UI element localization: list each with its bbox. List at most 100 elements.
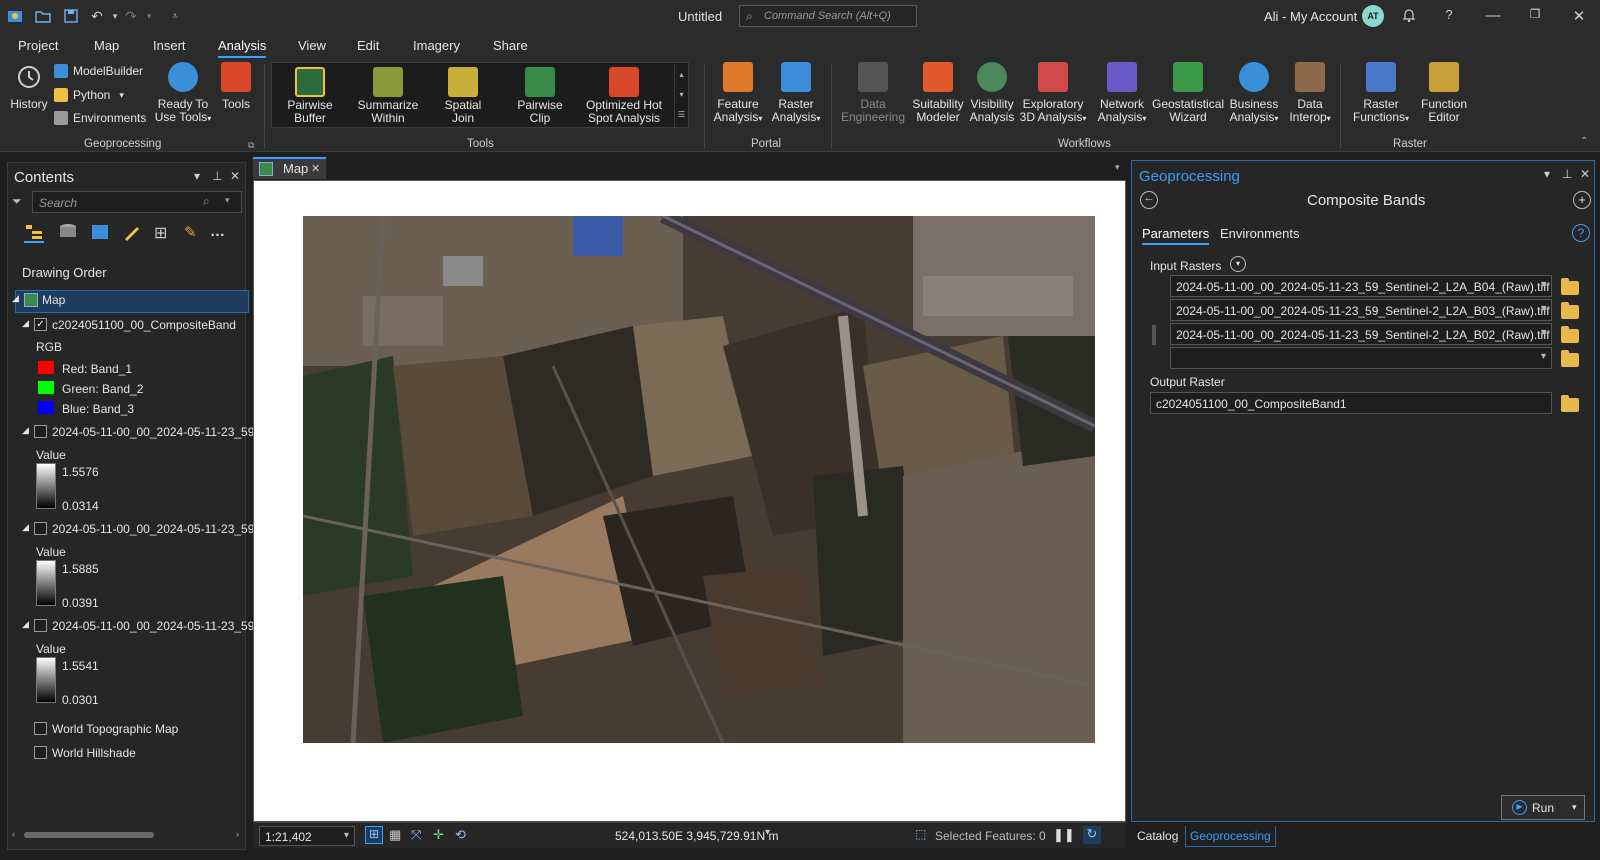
tab-list-icon[interactable]: ▾ bbox=[1115, 162, 1120, 173]
geostatistical-wizard-button[interactable]: Geostatistical Wizard bbox=[1152, 62, 1224, 124]
basemap-topo-checkbox[interactable] bbox=[34, 722, 47, 735]
notifications-bell-icon[interactable] bbox=[1400, 7, 1418, 27]
navigate-icon[interactable]: ⤧ bbox=[411, 827, 421, 843]
band-layer-checkbox[interactable] bbox=[34, 425, 47, 438]
grid-icon[interactable]: ▦ bbox=[389, 827, 401, 843]
save-icon[interactable] bbox=[62, 7, 80, 25]
redo-icon[interactable]: ↷ bbox=[122, 7, 140, 25]
list-by-snapping-icon[interactable]: ⊞ bbox=[154, 223, 167, 243]
open-project-icon[interactable] bbox=[34, 7, 52, 25]
tab-view[interactable]: View bbox=[298, 38, 326, 53]
raster-functions-button[interactable]: Raster Functions▾ bbox=[1348, 62, 1414, 125]
undo-icon[interactable]: ↶ bbox=[88, 7, 106, 25]
input-raster-empty-field[interactable]: ▾ bbox=[1170, 347, 1552, 369]
history-button[interactable]: History bbox=[8, 62, 50, 111]
minimize-icon[interactable]: — bbox=[1484, 7, 1502, 24]
environments-button[interactable]: Environments bbox=[54, 111, 146, 125]
basemap-topo-label[interactable]: World Topographic Map bbox=[52, 722, 178, 736]
pane-menu-icon[interactable]: ▾ bbox=[1544, 167, 1550, 181]
visibility-analysis-button[interactable]: Visibility Analysis bbox=[968, 62, 1016, 124]
close-icon[interactable]: ✕ bbox=[230, 169, 240, 183]
command-search-input[interactable]: ⌕ Command Search (Alt+Q) bbox=[739, 5, 917, 27]
help-icon[interactable]: ? bbox=[1440, 7, 1458, 22]
spatial-join-button[interactable]: Spatial Join bbox=[438, 67, 488, 125]
collapse-icon[interactable]: ◢ bbox=[12, 293, 19, 304]
list-by-labeling-icon[interactable]: ✎ bbox=[184, 223, 197, 241]
customize-toolbar-icon[interactable]: ⩡ bbox=[166, 7, 184, 25]
more-options-icon[interactable]: … bbox=[210, 223, 225, 240]
restore-icon[interactable]: ❐ bbox=[1526, 7, 1544, 21]
input-raster-field[interactable]: 2024-05-11-00_00_2024-05-11-23_59_Sentin… bbox=[1170, 275, 1552, 297]
pause-icon[interactable]: ❚❚ bbox=[1053, 827, 1075, 843]
pairwise-clip-button[interactable]: Pairwise Clip bbox=[512, 67, 568, 125]
tab-share[interactable]: Share bbox=[493, 38, 528, 53]
collapse-ribbon-icon[interactable]: ⌃ bbox=[1580, 136, 1588, 147]
gallery-scroll[interactable]: ▴ ▾ ☰ bbox=[674, 65, 688, 127]
pin-icon[interactable]: ⊥ bbox=[1562, 167, 1572, 181]
tab-geoprocessing[interactable]: Geoprocessing bbox=[1185, 826, 1276, 847]
close-icon[interactable]: ✕ bbox=[1580, 167, 1590, 181]
tab-map[interactable]: Map bbox=[94, 38, 119, 53]
redo-dropdown-icon[interactable]: ▾ bbox=[140, 7, 158, 25]
composite-layer-label[interactable]: c2024051100_00_CompositeBand bbox=[52, 318, 236, 332]
exploratory-3d-analysis-button[interactable]: Exploratory 3D Analysis▾ bbox=[1018, 62, 1088, 125]
band-layer-label[interactable]: 2024-05-11-00_00_2024-05-11-23_59_ bbox=[52, 619, 261, 633]
contents-search-input[interactable]: Search ⌕ ▾ bbox=[32, 191, 242, 213]
raster-analysis-button[interactable]: Raster Analysis▾ bbox=[770, 62, 822, 125]
collapse-icon[interactable]: ◢ bbox=[22, 318, 29, 329]
tab-parameters[interactable]: Parameters bbox=[1142, 226, 1210, 245]
tab-environments[interactable]: Environments bbox=[1220, 226, 1299, 241]
close-icon[interactable]: ✕ bbox=[311, 162, 320, 175]
help-icon[interactable]: ? bbox=[1572, 224, 1590, 242]
data-engineering-button[interactable]: Data Engineering bbox=[840, 62, 906, 124]
tab-project[interactable]: Project bbox=[18, 38, 58, 53]
avatar[interactable]: AT bbox=[1362, 5, 1384, 27]
collapse-icon[interactable]: ◢ bbox=[22, 522, 29, 533]
horizontal-scrollbar[interactable] bbox=[24, 832, 154, 838]
optimized-hot-spot-button[interactable]: Optimized Hot Spot Analysis bbox=[584, 67, 664, 125]
suitability-modeler-button[interactable]: Suitability Modeler bbox=[910, 62, 966, 124]
tab-map-view[interactable]: Map ✕ bbox=[253, 157, 326, 179]
drag-handle[interactable] bbox=[1152, 325, 1156, 345]
browse-folder-icon[interactable] bbox=[1561, 350, 1579, 367]
snapping-icon[interactable]: ✛ bbox=[433, 827, 444, 843]
scroll-right-icon[interactable]: › bbox=[236, 829, 239, 839]
selected-features-count[interactable]: Selected Features: 0 bbox=[935, 829, 1046, 843]
tab-analysis[interactable]: Analysis bbox=[218, 38, 267, 58]
tab-imagery[interactable]: Imagery bbox=[413, 38, 460, 53]
input-raster-field[interactable]: 2024-05-11-00_00_2024-05-11-23_59_Sentin… bbox=[1170, 323, 1552, 345]
network-analysis-button[interactable]: Network Analysis▾ bbox=[1094, 62, 1150, 125]
output-raster-field[interactable]: c2024051100_00_CompositeBand1 bbox=[1150, 392, 1552, 414]
band-layer-label[interactable]: 2024-05-11-00_00_2024-05-11-23_59_ bbox=[52, 522, 261, 536]
business-analysis-button[interactable]: Business Analysis▾ bbox=[1226, 62, 1282, 125]
satellite-imagery[interactable] bbox=[303, 216, 1095, 743]
band-layer-checkbox[interactable] bbox=[34, 619, 47, 632]
summarize-within-button[interactable]: Summarize Within bbox=[356, 67, 420, 125]
fixed-zoom-icon[interactable]: ⊞ bbox=[365, 826, 383, 844]
browse-folder-icon[interactable] bbox=[1561, 278, 1579, 295]
input-raster-field[interactable]: 2024-05-11-00_00_2024-05-11-23_59_Sentin… bbox=[1170, 299, 1552, 321]
pin-icon[interactable]: ⊥ bbox=[212, 169, 222, 183]
close-icon[interactable]: ✕ bbox=[1570, 7, 1588, 25]
list-by-editing-icon[interactable] bbox=[122, 223, 142, 244]
list-by-drawing-order-icon[interactable] bbox=[24, 223, 44, 243]
data-interop-button[interactable]: Data Interop▾ bbox=[1284, 62, 1336, 125]
browse-folder-icon[interactable] bbox=[1561, 326, 1579, 343]
modelbuilder-button[interactable]: ModelBuilder bbox=[54, 64, 143, 78]
collapse-icon[interactable]: ◢ bbox=[22, 425, 29, 436]
tools-button[interactable]: Tools bbox=[218, 62, 254, 111]
basemap-hillshade-checkbox[interactable] bbox=[34, 746, 47, 759]
back-icon[interactable]: ← bbox=[1140, 191, 1158, 209]
dialog-launcher-icon[interactable]: ⧉ bbox=[248, 140, 254, 151]
basemap-hillshade-label[interactable]: World Hillshade bbox=[52, 746, 136, 760]
python-button[interactable]: Python ▾ bbox=[54, 88, 124, 102]
pairwise-buffer-button[interactable]: Pairwise Buffer bbox=[280, 67, 340, 125]
chevron-down-icon[interactable]: ▾ bbox=[765, 827, 770, 838]
account-name[interactable]: Ali - My Account bbox=[1264, 9, 1357, 24]
chevron-down-icon[interactable]: ▾ bbox=[1230, 256, 1246, 272]
list-by-source-icon[interactable] bbox=[58, 223, 78, 244]
list-by-selection-icon[interactable] bbox=[90, 223, 110, 244]
tab-catalog[interactable]: Catalog bbox=[1133, 829, 1182, 843]
ready-to-use-tools-button[interactable]: Ready To Use Tools▾ bbox=[152, 62, 214, 125]
browse-folder-icon[interactable] bbox=[1561, 302, 1579, 319]
